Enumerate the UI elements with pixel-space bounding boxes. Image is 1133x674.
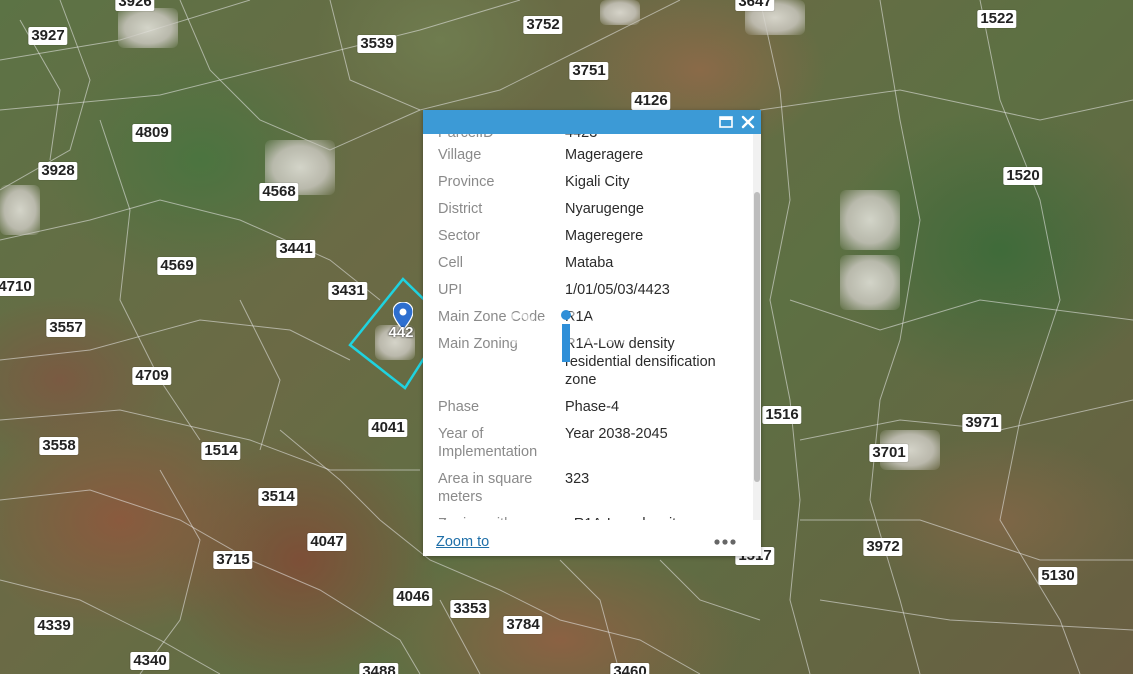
attribute-row: Province Kigali City: [438, 173, 738, 191]
more-options-icon[interactable]: [713, 538, 737, 546]
parcel-label: 3784: [503, 616, 543, 634]
attribute-row: Cell Mataba: [438, 254, 738, 272]
parcel-label: 4339: [34, 617, 74, 635]
popup-footer: Zoom to: [423, 526, 761, 556]
attribute-row: UPI 1/01/05/03/4423: [438, 281, 738, 299]
close-icon[interactable]: [739, 113, 757, 131]
building-roof: [0, 185, 40, 235]
attribute-key: Province: [438, 174, 495, 190]
attribute-value: Nyarugenge: [565, 201, 644, 217]
attribute-row: Year of Implementation Year 2038-2045: [438, 425, 738, 461]
attribute-key: Area in square meters: [438, 471, 533, 505]
attribute-key: Zoning with: [438, 515, 565, 520]
parcel-label: 3557: [46, 319, 86, 337]
attribute-row: ParcelID 4423: [438, 134, 738, 142]
parcel-label: 3926: [115, 0, 155, 11]
selected-parcel-label: 442: [388, 324, 414, 341]
parcel-label: 3972: [863, 538, 903, 556]
parcel-label: 4340: [130, 652, 170, 670]
parcel-label: 3488: [359, 663, 399, 674]
parcel-label: 3539: [357, 35, 397, 53]
attribute-key: ParcelID: [438, 134, 565, 142]
attribute-value: - R1A-Low density: [565, 515, 735, 520]
attribute-key: Cell: [438, 255, 463, 271]
parcel-label: 3751: [569, 62, 609, 80]
parcel-label: 4126: [631, 92, 671, 110]
parcel-label: 4809: [132, 124, 172, 142]
building-roof: [118, 8, 178, 48]
parcel-label: 1522: [977, 10, 1017, 28]
parcel-label: 4047: [307, 533, 347, 551]
attribute-row: Sector Mageregere: [438, 227, 738, 245]
attribute-value: Kigali City: [565, 174, 630, 190]
attribute-row: District Nyarugenge: [438, 200, 738, 218]
attribute-key: Sector: [438, 228, 480, 244]
parcel-label: 3514: [258, 488, 298, 506]
parcel-label: 4046: [393, 588, 433, 606]
parcel-label: 3715: [213, 551, 253, 569]
attribute-row: Area in square meters 323: [438, 470, 738, 506]
attribute-key: Village: [438, 147, 482, 163]
parcel-label: 4568: [259, 183, 299, 201]
attribute-key: District: [438, 201, 483, 217]
parcel-label: 3701: [869, 444, 909, 462]
building-roof: [600, 0, 640, 25]
building-roof: [840, 190, 900, 250]
attribute-row: Zoning with- R1A-Low density: [438, 515, 738, 520]
attribute-value: Mageragere: [565, 147, 644, 163]
parcel-label: 1516: [762, 406, 802, 424]
parcel-label: 1514: [201, 442, 241, 460]
parcel-label: 4709: [132, 367, 172, 385]
attribute-value: 4423: [565, 134, 735, 142]
attribute-key: UPI: [438, 282, 463, 298]
maximize-icon[interactable]: [717, 113, 735, 131]
parcel-label: 3752: [523, 16, 563, 34]
attribute-value: Mageregere: [565, 228, 644, 244]
parcel-label: 4569: [157, 257, 197, 275]
attribute-key: Year of Implementation: [438, 426, 538, 460]
parcel-label: 4041: [368, 419, 408, 437]
parcel-label: 4710: [0, 278, 35, 296]
attribute-value: 323: [565, 471, 590, 487]
parcel-label: 3441: [276, 240, 316, 258]
parcel-label: 3558: [39, 437, 79, 455]
attribute-row: Phase Phase-4: [438, 398, 738, 416]
parcel-label: 3647: [735, 0, 775, 11]
attribute-value: Phase-4: [565, 399, 620, 415]
popup-header: [423, 110, 761, 134]
attribute-row: Village Mageragere: [438, 146, 738, 164]
parcel-label: 3971: [962, 414, 1002, 432]
scrollbar-thumb[interactable]: [754, 192, 760, 482]
parcel-label: 1520: [1003, 167, 1043, 185]
parcel-label: 5130: [1038, 567, 1078, 585]
parcel-label: 3927: [28, 27, 68, 45]
parcel-label: 3460: [610, 663, 650, 674]
watermark-i-icon: [561, 310, 571, 362]
attribute-value: Mataba: [565, 255, 614, 271]
popup-scrollbar[interactable]: [753, 134, 761, 520]
parcel-label: 3353: [450, 600, 490, 618]
building-roof: [840, 255, 900, 310]
attribute-key: Phase: [438, 399, 480, 415]
parcel-label: 3928: [38, 162, 78, 180]
parcel-label: 3431: [328, 282, 368, 300]
attribute-value: Year 2038-2045: [565, 426, 668, 442]
attribute-value: 1/01/05/03/4423: [565, 282, 670, 298]
zoom-to-link[interactable]: Zoom to: [436, 534, 489, 550]
